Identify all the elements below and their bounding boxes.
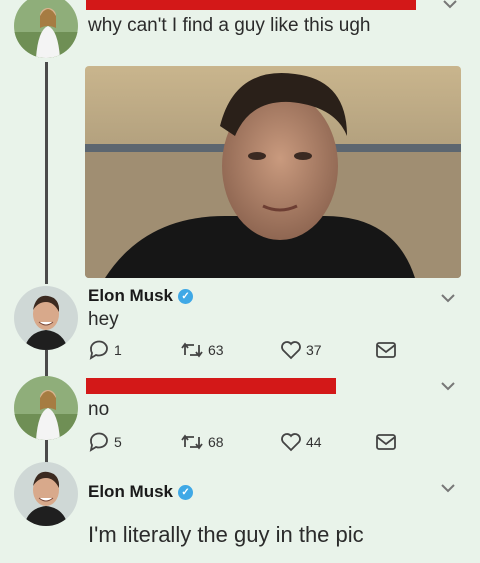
redacted-username: [86, 0, 416, 10]
like-count: 44: [306, 434, 322, 450]
reply-count: 1: [114, 342, 122, 358]
author-name[interactable]: Elon Musk ✓: [88, 482, 194, 502]
like-count: 37: [306, 342, 322, 358]
verified-badge-icon: ✓: [178, 484, 194, 500]
retweet-count: 63: [208, 342, 224, 358]
chevron-down-icon[interactable]: [440, 292, 456, 304]
author-name-text[interactable]: Elon Musk: [88, 286, 173, 306]
avatar-user[interactable]: [14, 0, 78, 58]
tweet-text: why can't I find a guy like this ugh: [88, 15, 371, 36]
reply-count: 5: [114, 434, 122, 450]
thread-line-2: [45, 350, 48, 376]
like-button[interactable]: 37: [280, 340, 322, 360]
tweet-text: hey: [88, 309, 119, 330]
reply-icon: [89, 432, 108, 452]
chevron-down-icon[interactable]: [440, 380, 456, 392]
message-button[interactable]: [374, 432, 398, 452]
retweet-button[interactable]: 68: [180, 432, 224, 452]
retweet-icon: [181, 434, 203, 450]
message-icon: [376, 342, 396, 358]
like-icon: [281, 433, 301, 452]
author-name[interactable]: Elon Musk ✓: [88, 286, 194, 306]
attached-photo[interactable]: [85, 66, 461, 278]
like-icon: [281, 341, 301, 360]
retweet-icon: [181, 342, 203, 358]
chevron-down-icon[interactable]: [442, 0, 458, 10]
avatar-elon[interactable]: [14, 286, 78, 350]
tweet-text: I'm literally the guy in the pic: [88, 522, 364, 547]
tweet-text: no: [88, 399, 110, 420]
message-button[interactable]: [374, 340, 398, 360]
avatar-elon[interactable]: [14, 462, 78, 526]
verified-badge-icon: ✓: [178, 288, 194, 304]
retweet-count: 68: [208, 434, 224, 450]
chevron-down-icon[interactable]: [440, 482, 456, 494]
avatar-user[interactable]: [14, 376, 78, 440]
message-icon: [376, 434, 396, 450]
reply-button[interactable]: 5: [88, 432, 122, 452]
thread-line-1: [45, 62, 48, 284]
redacted-username: [86, 378, 336, 394]
author-name-text[interactable]: Elon Musk: [88, 482, 173, 502]
like-button[interactable]: 44: [280, 432, 322, 452]
retweet-button[interactable]: 63: [180, 340, 224, 360]
reply-button[interactable]: 1: [88, 340, 122, 360]
reply-icon: [89, 340, 108, 360]
